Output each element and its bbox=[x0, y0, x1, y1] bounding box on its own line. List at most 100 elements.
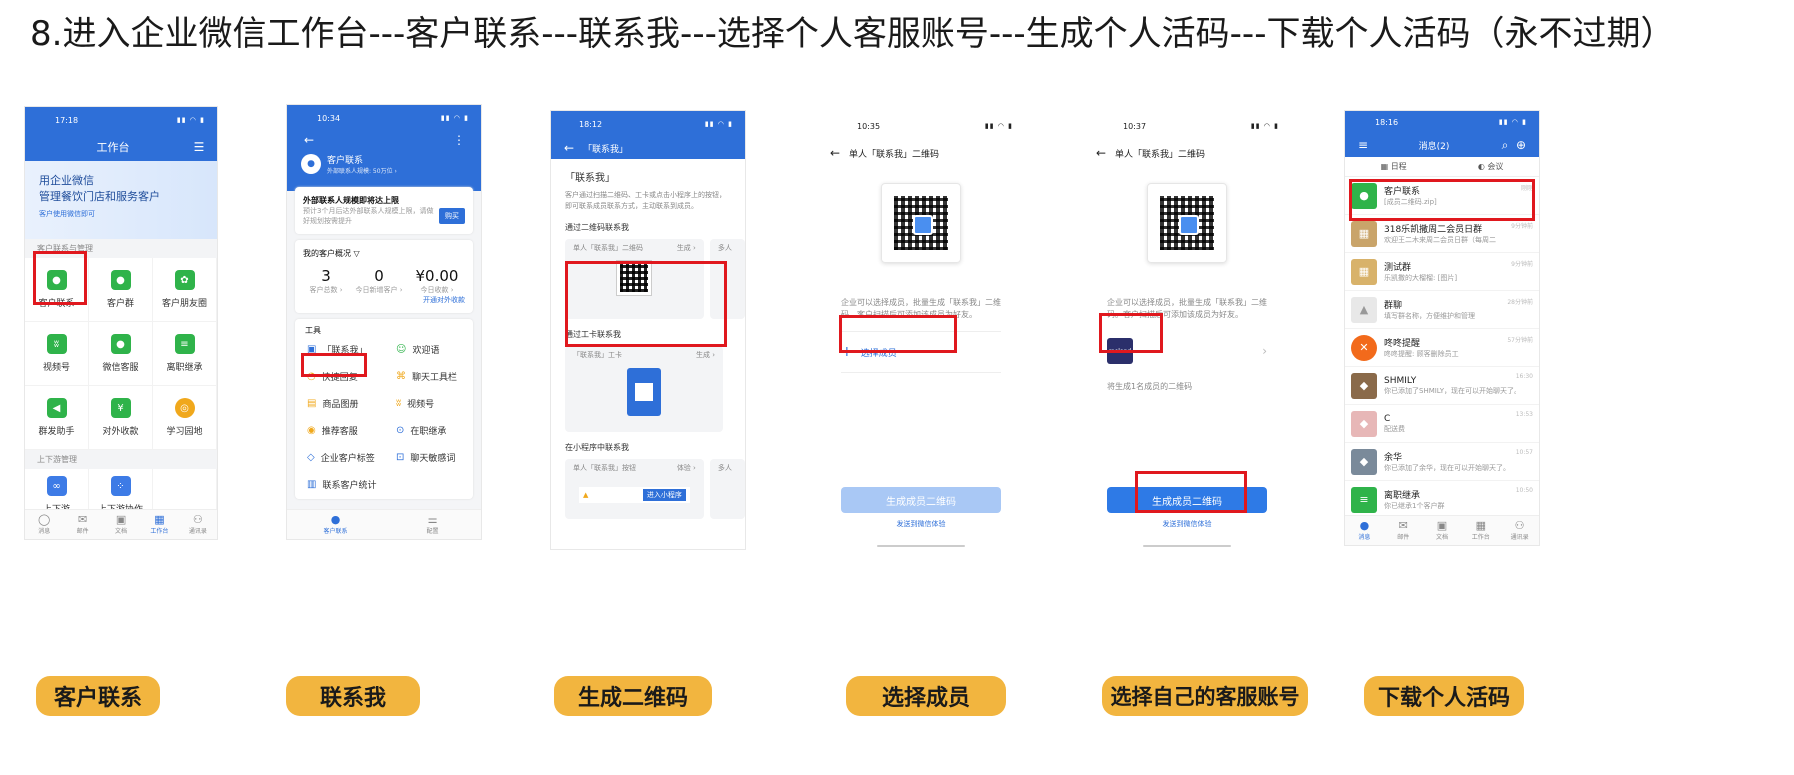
qr-preview bbox=[1147, 183, 1227, 263]
tab-docs[interactable]: ▣ 文档 bbox=[1423, 516, 1462, 545]
app-wechat-service[interactable]: ● 微信客服 bbox=[89, 322, 153, 386]
app-learning[interactable]: ◎ 学习园地 bbox=[153, 386, 217, 450]
card-head: 单人「联系我」二维码 生成 › bbox=[565, 239, 704, 257]
welcome-icon: ☺ bbox=[396, 344, 407, 355]
stat-new[interactable]: 0 今日新增客户 › bbox=[356, 267, 403, 295]
card-mini-button[interactable]: 单人「联系我」按钮 体验 › ▲ 进入小程序 bbox=[565, 459, 704, 519]
tab-schedule[interactable]: ▦ 日程 bbox=[1381, 161, 1407, 172]
msg-name: SHMILY bbox=[1384, 375, 1417, 386]
msg-time: 10:50 bbox=[1515, 487, 1533, 494]
menu-icon[interactable]: ≡ bbox=[1355, 138, 1371, 152]
back-arrow-icon[interactable]: ← bbox=[301, 133, 317, 147]
tab-config[interactable]: ⚌ 配置 bbox=[384, 510, 481, 539]
generate-button[interactable]: 生成成员二维码 bbox=[841, 487, 1001, 513]
card-badge[interactable]: 「联系我」工卡 生成 › bbox=[565, 346, 723, 432]
msg-preview: 欢迎王二木来周二会员日群（每周二 bbox=[1384, 236, 1496, 244]
highlight-box bbox=[301, 353, 367, 377]
tab-contacts[interactable]: ⚇ 通讯录 bbox=[179, 510, 217, 539]
tool-product-album[interactable]: ▤ 商品图册 bbox=[295, 390, 384, 417]
send-to-wechat-link[interactable]: 发送到微信体验 bbox=[1083, 519, 1291, 529]
signal-icons: ▮▮ ◠ ▮ bbox=[1498, 118, 1527, 126]
status-time: 10:34 bbox=[317, 113, 341, 123]
back-arrow-icon[interactable]: ← bbox=[561, 141, 577, 155]
nav-bar: ← 「联系我」 bbox=[551, 137, 745, 159]
msg-time: 9分钟前 bbox=[1511, 223, 1533, 230]
app-mass-send[interactable]: ◀ 群发助手 bbox=[25, 386, 89, 450]
tab-mail[interactable]: ✉ 邮件 bbox=[63, 510, 101, 539]
tool-label: 聊天工具栏 bbox=[412, 373, 458, 383]
stat-label: 今日收款 › bbox=[420, 286, 454, 294]
tool-tags[interactable]: ◇ 企业客户标签 bbox=[295, 444, 384, 471]
more-icon[interactable]: ⋮ bbox=[451, 133, 467, 147]
back-arrow-icon[interactable]: ← bbox=[827, 146, 843, 160]
tool-sensitive[interactable]: ⊡ 聊天敏感词 bbox=[384, 444, 473, 471]
tab-workbench[interactable]: ▦ 工作台 bbox=[1461, 516, 1500, 545]
chat-bubble-icon: ◯ bbox=[38, 513, 51, 526]
tab-label: 客户联系 bbox=[323, 528, 348, 535]
list-item[interactable]: ≡ 离职继承 你已继承1个客户群 10:50 bbox=[1345, 481, 1539, 519]
list-item[interactable]: ◆ 余华 你已添加了余华，现在可以开始聊天了。 10:57 bbox=[1345, 443, 1539, 481]
back-arrow-icon[interactable]: ← bbox=[1093, 146, 1109, 160]
tool-stats[interactable]: ▥ 联系客户统计 bbox=[295, 471, 384, 498]
page-desc: 客户通过扫描二维码、工卡或点击小程序上的按钮，即可联系成员联系方式，主动联系到成… bbox=[565, 191, 726, 210]
stat-value: 0 bbox=[374, 267, 384, 285]
app-resign-transfer[interactable]: ≡ 离职继承 bbox=[153, 322, 217, 386]
tool-channels[interactable]: ʬ 视频号 bbox=[384, 390, 473, 417]
tool-label: 商品图册 bbox=[322, 400, 359, 410]
app-customer-group[interactable]: ● 客户群 bbox=[89, 258, 153, 322]
list-item[interactable]: ✕ 咚咚提醒 咚咚提醒: 顾客删除员工 57分钟前 bbox=[1345, 329, 1539, 367]
promo-banner[interactable]: 用企业微信 管理餐饮门店和服务客户 客户使用微信即可 bbox=[25, 161, 217, 239]
send-to-wechat-link[interactable]: 发送到微信体验 bbox=[817, 519, 1025, 529]
tab-messages[interactable]: ● 消息 bbox=[1345, 516, 1384, 545]
add-icon[interactable]: ⊕ bbox=[1513, 138, 1529, 152]
tool-welcome[interactable]: ☺ 欢迎语 bbox=[384, 336, 473, 363]
msg-time: 9分钟前 bbox=[1511, 261, 1533, 268]
transfer-icon: ≡ bbox=[174, 334, 195, 354]
tool-recommend[interactable]: ◉ 推荐客服 bbox=[295, 417, 384, 444]
tab-messages[interactable]: ◯ 消息 bbox=[25, 510, 63, 539]
tab-meeting[interactable]: ◐ 会议 bbox=[1478, 161, 1504, 172]
nav-title: 单人「联系我」二维码 bbox=[849, 149, 940, 160]
list-item[interactable]: ▦ 测试群 乐凯撒的大榴榴: [图片] 9分钟前 bbox=[1345, 253, 1539, 291]
tab-mail[interactable]: ✉ 邮件 bbox=[1384, 516, 1423, 545]
generate-link[interactable]: 生成 › bbox=[677, 243, 696, 253]
list-item[interactable]: ◆ C 配送费 13:53 bbox=[1345, 405, 1539, 443]
tab-label: 日程 bbox=[1390, 162, 1407, 171]
app-channels[interactable]: ʬ 视频号 bbox=[25, 322, 89, 386]
trial-link[interactable]: 体验 › bbox=[677, 463, 696, 473]
app-moments[interactable]: ✿ 客户朋友圈 bbox=[153, 258, 217, 322]
stat-value: 3 bbox=[321, 267, 331, 285]
sliders-icon: ⚌ bbox=[427, 513, 438, 526]
tab-customer-contact[interactable]: ● 客户联系 bbox=[287, 510, 384, 539]
tool-label: 推荐客服 bbox=[321, 427, 358, 437]
filter-icon[interactable]: ▽ bbox=[354, 249, 360, 258]
open-pay-link[interactable]: 开通对外收款 bbox=[303, 295, 465, 305]
list-item[interactable]: ◆ SHMILY 你已添加了SHMILY，现在可以开始聊天了。 16:30 bbox=[1345, 367, 1539, 405]
tool-label: 联系客户统计 bbox=[322, 481, 377, 491]
list-item[interactable]: ▲ 群聊 填写群名称，方便维护和管理 28分钟前 bbox=[1345, 291, 1539, 329]
app-label: 群发助手 bbox=[38, 427, 75, 437]
link-icon: ∞ bbox=[46, 476, 67, 496]
card-multi-mini[interactable]: 多人 bbox=[709, 459, 745, 519]
tab-workbench[interactable]: ▦ 工作台 bbox=[140, 510, 178, 539]
bell-icon: ✕ bbox=[1351, 334, 1377, 361]
generate-link[interactable]: 生成 › bbox=[696, 350, 715, 360]
tab-label: 通讯录 bbox=[188, 528, 207, 535]
tool-chat-toolbar[interactable]: ⌘ 聊天工具栏 bbox=[384, 363, 473, 390]
app-label: 客户朋友圈 bbox=[161, 299, 207, 309]
megaphone-icon: ◀ bbox=[46, 398, 67, 418]
tab-contacts[interactable]: ⚇ 通讯录 bbox=[1500, 516, 1539, 545]
menu-icon[interactable]: ☰ bbox=[191, 140, 207, 154]
recommend-icon: ◉ bbox=[307, 425, 316, 436]
app-payment[interactable]: ¥ 对外收款 bbox=[89, 386, 153, 450]
search-icon[interactable]: ⌕ bbox=[1497, 138, 1513, 153]
tool-label: 在职继承 bbox=[410, 427, 447, 437]
step-label-4: 选择成员 bbox=[846, 676, 1006, 716]
tool-inherit[interactable]: ⊙ 在职继承 bbox=[384, 417, 473, 444]
stat-income[interactable]: ¥0.00 今日收款 › bbox=[416, 267, 459, 295]
tab-docs[interactable]: ▣ 文档 bbox=[102, 510, 140, 539]
nav-title: 工作台 bbox=[96, 141, 130, 154]
card-title: 单人「联系我」二维码 bbox=[573, 244, 643, 252]
buy-button[interactable]: 购买 bbox=[439, 208, 465, 224]
stat-total[interactable]: 3 客户总数 › bbox=[309, 267, 342, 295]
